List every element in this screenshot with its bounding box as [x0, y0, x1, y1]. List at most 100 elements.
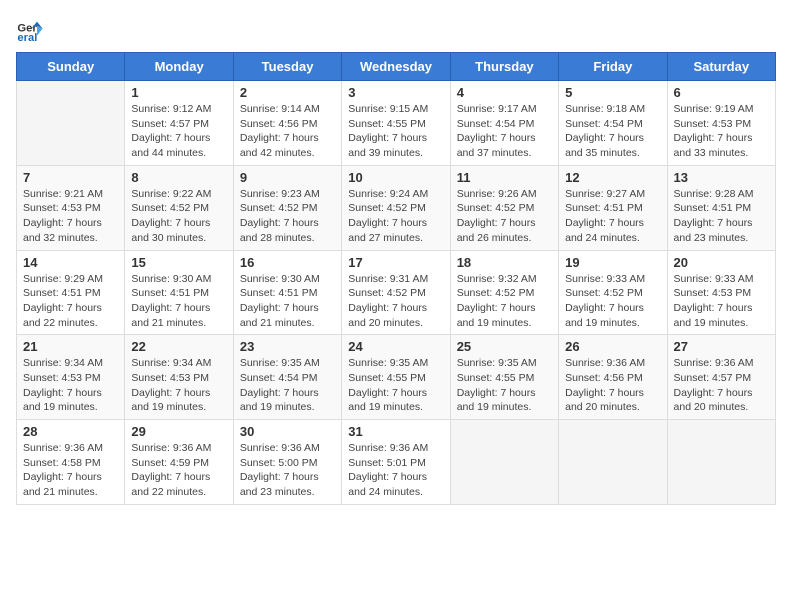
- calendar-cell: 18 Sunrise: 9:32 AMSunset: 4:52 PMDayligh…: [450, 250, 558, 335]
- day-info: Sunrise: 9:36 AMSunset: 4:56 PMDaylight:…: [565, 356, 660, 415]
- svg-text:eral: eral: [17, 32, 37, 44]
- calendar-cell: 14 Sunrise: 9:29 AMSunset: 4:51 PMDayligh…: [17, 250, 125, 335]
- day-number: 27: [674, 339, 769, 354]
- day-info: Sunrise: 9:35 AMSunset: 4:55 PMDaylight:…: [457, 356, 552, 415]
- day-number: 18: [457, 255, 552, 270]
- day-number: 17: [348, 255, 443, 270]
- calendar-cell: 3Sunrise: 9:15 AMSunset: 4:55 PMDaylight…: [342, 81, 450, 166]
- calendar-cell: 1 Sunrise: 9:12 AMSunset: 4:57 PMDaylight…: [125, 81, 233, 166]
- calendar-cell: 27Sunrise: 9:36 AMSunset: 4:57 PMDayligh…: [667, 335, 775, 420]
- calendar-table: SundayMondayTuesdayWednesdayThursdayFrid…: [16, 52, 776, 505]
- day-info: Sunrise: 9:30 AMSunset: 4:51 PMDaylight:…: [240, 272, 335, 331]
- day-number: 7: [23, 170, 118, 185]
- day-info: Sunrise: 9:34 AMSunset: 4:53 PMDaylight:…: [23, 356, 118, 415]
- day-info: Sunrise: 9:36 AMSunset: 4:59 PMDaylight:…: [131, 441, 226, 500]
- day-info: Sunrise: 9:24 AMSunset: 4:52 PMDaylight:…: [348, 187, 443, 246]
- calendar-header-row: SundayMondayTuesdayWednesdayThursdayFrid…: [17, 53, 776, 81]
- day-number: 12: [565, 170, 660, 185]
- day-number: 19: [565, 255, 660, 270]
- day-info: Sunrise: 9:15 AMSunset: 4:55 PMDaylight:…: [348, 102, 443, 161]
- day-number: 5: [565, 85, 660, 100]
- calendar-cell: 2 Sunrise: 9:14 AMSunset: 4:56 PMDaylight…: [233, 81, 341, 166]
- day-number: 16: [240, 255, 335, 270]
- calendar-cell: 12 Sunrise: 9:27 AMSunset: 4:51 PMDayligh…: [559, 165, 667, 250]
- calendar-cell: 30 Sunrise: 9:36 AMSunset: 5:00 PMDayligh…: [233, 420, 341, 505]
- day-info: Sunrise: 9:36 AMSunset: 4:58 PMDaylight:…: [23, 441, 118, 500]
- day-number: 14: [23, 255, 118, 270]
- day-number: 15: [131, 255, 226, 270]
- logo: Gen eral: [16, 16, 48, 44]
- calendar-cell: 31Sunrise: 9:36 AMSunset: 5:01 PMDayligh…: [342, 420, 450, 505]
- calendar-cell: 28 Sunrise: 9:36 AMSunset: 4:58 PMDayligh…: [17, 420, 125, 505]
- day-info: Sunrise: 9:36 AMSunset: 5:01 PMDaylight:…: [348, 441, 443, 500]
- calendar-week-row: 7 Sunrise: 9:21 AMSunset: 4:53 PMDaylight…: [17, 165, 776, 250]
- day-info: Sunrise: 9:21 AMSunset: 4:53 PMDaylight:…: [23, 187, 118, 246]
- calendar-week-row: 21Sunrise: 9:34 AMSunset: 4:53 PMDayligh…: [17, 335, 776, 420]
- day-number: 13: [674, 170, 769, 185]
- day-info: Sunrise: 9:19 AMSunset: 4:53 PMDaylight:…: [674, 102, 769, 161]
- day-info: Sunrise: 9:26 AMSunset: 4:52 PMDaylight:…: [457, 187, 552, 246]
- day-number: 1: [131, 85, 226, 100]
- day-info: Sunrise: 9:35 AMSunset: 4:54 PMDaylight:…: [240, 356, 335, 415]
- calendar-week-row: 28 Sunrise: 9:36 AMSunset: 4:58 PMDayligh…: [17, 420, 776, 505]
- day-info: Sunrise: 9:14 AMSunset: 4:56 PMDaylight:…: [240, 102, 335, 161]
- day-number: 22: [131, 339, 226, 354]
- page-header: Gen eral: [16, 16, 776, 44]
- calendar-cell: 13Sunrise: 9:28 AMSunset: 4:51 PMDayligh…: [667, 165, 775, 250]
- day-info: Sunrise: 9:30 AMSunset: 4:51 PMDaylight:…: [131, 272, 226, 331]
- calendar-cell: [559, 420, 667, 505]
- day-number: 6: [674, 85, 769, 100]
- calendar-cell: [667, 420, 775, 505]
- calendar-cell: 10 Sunrise: 9:24 AMSunset: 4:52 PMDayligh…: [342, 165, 450, 250]
- day-number: 11: [457, 170, 552, 185]
- day-number: 30: [240, 424, 335, 439]
- calendar-cell: 8Sunrise: 9:22 AMSunset: 4:52 PMDaylight…: [125, 165, 233, 250]
- calendar-cell: 19 Sunrise: 9:33 AMSunset: 4:52 PMDayligh…: [559, 250, 667, 335]
- calendar-cell: 4 Sunrise: 9:17 AMSunset: 4:54 PMDaylight…: [450, 81, 558, 166]
- day-of-week-header: Tuesday: [233, 53, 341, 81]
- day-of-week-header: Thursday: [450, 53, 558, 81]
- day-number: 20: [674, 255, 769, 270]
- calendar-week-row: 14 Sunrise: 9:29 AMSunset: 4:51 PMDayligh…: [17, 250, 776, 335]
- day-info: Sunrise: 9:22 AMSunset: 4:52 PMDaylight:…: [131, 187, 226, 246]
- calendar-cell: [450, 420, 558, 505]
- day-number: 26: [565, 339, 660, 354]
- day-info: Sunrise: 9:27 AMSunset: 4:51 PMDaylight:…: [565, 187, 660, 246]
- calendar-cell: 20 Sunrise: 9:33 AMSunset: 4:53 PMDayligh…: [667, 250, 775, 335]
- calendar-cell: 17 Sunrise: 9:31 AMSunset: 4:52 PMDayligh…: [342, 250, 450, 335]
- calendar-cell: 5Sunrise: 9:18 AMSunset: 4:54 PMDaylight…: [559, 81, 667, 166]
- calendar-week-row: 1 Sunrise: 9:12 AMSunset: 4:57 PMDaylight…: [17, 81, 776, 166]
- day-info: Sunrise: 9:33 AMSunset: 4:52 PMDaylight:…: [565, 272, 660, 331]
- calendar-cell: 29 Sunrise: 9:36 AMSunset: 4:59 PMDayligh…: [125, 420, 233, 505]
- day-info: Sunrise: 9:36 AMSunset: 5:00 PMDaylight:…: [240, 441, 335, 500]
- calendar-cell: 6 Sunrise: 9:19 AMSunset: 4:53 PMDaylight…: [667, 81, 775, 166]
- calendar-cell: 24Sunrise: 9:35 AMSunset: 4:55 PMDayligh…: [342, 335, 450, 420]
- calendar-cell: 15 Sunrise: 9:30 AMSunset: 4:51 PMDayligh…: [125, 250, 233, 335]
- day-number: 29: [131, 424, 226, 439]
- calendar-cell: 21Sunrise: 9:34 AMSunset: 4:53 PMDayligh…: [17, 335, 125, 420]
- calendar-cell: 23 Sunrise: 9:35 AMSunset: 4:54 PMDayligh…: [233, 335, 341, 420]
- calendar-cell: [17, 81, 125, 166]
- day-info: Sunrise: 9:12 AMSunset: 4:57 PMDaylight:…: [131, 102, 226, 161]
- day-number: 9: [240, 170, 335, 185]
- day-number: 23: [240, 339, 335, 354]
- day-of-week-header: Wednesday: [342, 53, 450, 81]
- day-info: Sunrise: 9:17 AMSunset: 4:54 PMDaylight:…: [457, 102, 552, 161]
- day-number: 25: [457, 339, 552, 354]
- logo-icon: Gen eral: [16, 16, 44, 44]
- day-number: 28: [23, 424, 118, 439]
- day-info: Sunrise: 9:32 AMSunset: 4:52 PMDaylight:…: [457, 272, 552, 331]
- day-number: 4: [457, 85, 552, 100]
- day-number: 10: [348, 170, 443, 185]
- day-info: Sunrise: 9:31 AMSunset: 4:52 PMDaylight:…: [348, 272, 443, 331]
- day-info: Sunrise: 9:29 AMSunset: 4:51 PMDaylight:…: [23, 272, 118, 331]
- day-info: Sunrise: 9:34 AMSunset: 4:53 PMDaylight:…: [131, 356, 226, 415]
- day-number: 24: [348, 339, 443, 354]
- calendar-cell: 7 Sunrise: 9:21 AMSunset: 4:53 PMDaylight…: [17, 165, 125, 250]
- day-number: 2: [240, 85, 335, 100]
- day-info: Sunrise: 9:33 AMSunset: 4:53 PMDaylight:…: [674, 272, 769, 331]
- calendar-cell: 16 Sunrise: 9:30 AMSunset: 4:51 PMDayligh…: [233, 250, 341, 335]
- day-of-week-header: Sunday: [17, 53, 125, 81]
- calendar-cell: 26 Sunrise: 9:36 AMSunset: 4:56 PMDayligh…: [559, 335, 667, 420]
- calendar-cell: 25 Sunrise: 9:35 AMSunset: 4:55 PMDayligh…: [450, 335, 558, 420]
